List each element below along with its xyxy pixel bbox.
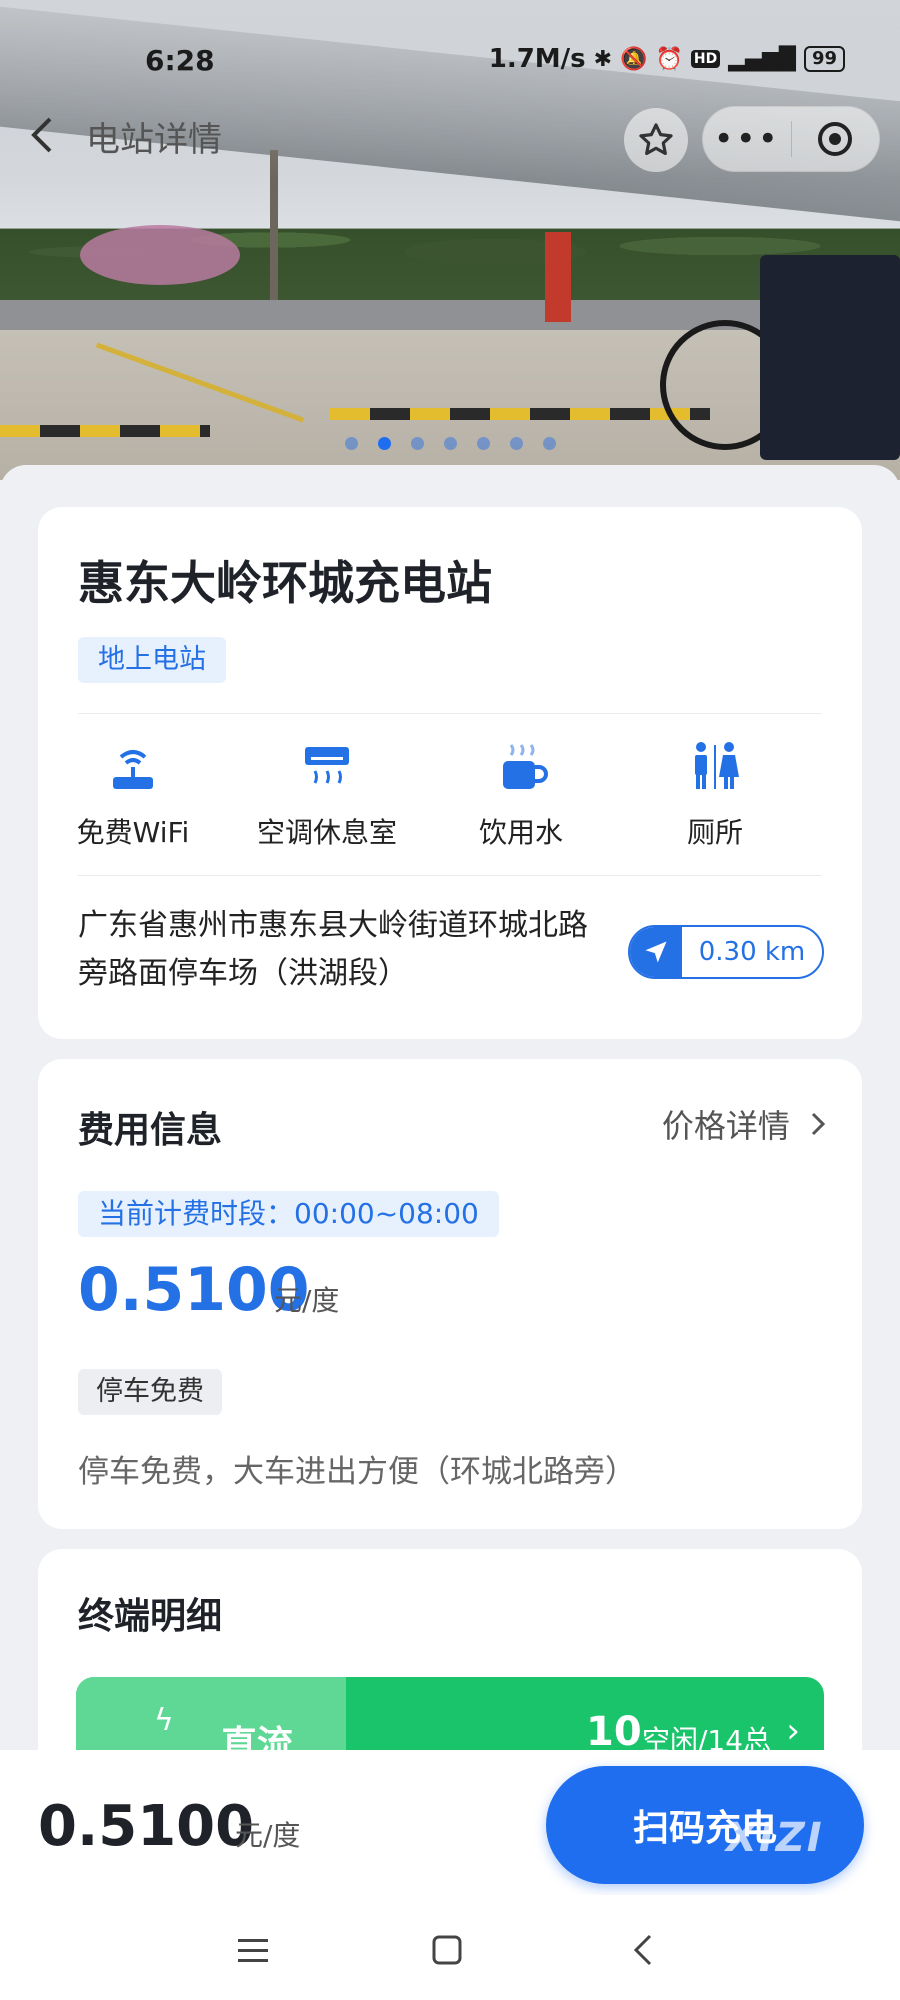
amenity-label: 空调休息室 — [256, 816, 397, 849]
more-dots-icon: ••• — [713, 119, 780, 159]
hot-cup-icon — [426, 737, 616, 797]
navigate-distance-button[interactable]: 0.30 km — [628, 925, 824, 979]
mute-icon: 🔕 — [620, 46, 648, 72]
status-icons: 1.7M/s ✱ 🔕 ⏰ HD ▂▄▆█ 99 — [489, 44, 845, 74]
bottom-price-unit: 元/度 — [235, 1819, 301, 1852]
chevron-right-icon: › — [786, 1711, 800, 1751]
battery-icon: 99 — [803, 46, 845, 72]
station-info-card: 惠东大岭环城充电站 地上电站 免费WiFi 空调休息室 饮用水 厕所 广东省惠州… — [38, 507, 862, 1039]
amenity-wifi: 免费WiFi — [38, 737, 228, 851]
station-address: 广东省惠州市惠东县大岭街道环城北路旁路面停车场（洪湖段） — [78, 908, 588, 991]
navigation-arrow-icon — [630, 927, 682, 977]
watermark: XIZI — [726, 1815, 824, 1861]
price-detail-link[interactable]: 价格详情 — [662, 1101, 826, 1147]
fee-info-card: 费用信息 价格详情 当前计费时段：00:00~08:00 0.5100 元/度 … — [38, 1059, 862, 1529]
home-square-icon — [432, 1935, 462, 1965]
amenity-label: 饮用水 — [478, 816, 563, 849]
carousel-dot[interactable] — [542, 437, 556, 450]
amenity-ac-lounge: 空调休息室 — [232, 737, 422, 851]
carousel-dot[interactable] — [344, 437, 358, 450]
lightning-icon: ϟ — [154, 1703, 174, 1738]
network-speed: 1.7M/s — [488, 44, 586, 74]
carousel-dot[interactable] — [476, 437, 490, 450]
carousel-dot[interactable] — [410, 437, 424, 450]
fee-section-title: 费用信息 — [78, 1110, 223, 1151]
price-unit: 元/度 — [274, 1284, 340, 1317]
favorite-button[interactable] — [624, 108, 688, 172]
alarm-icon: ⏰ — [655, 46, 683, 72]
chevron-right-icon — [810, 1107, 826, 1145]
amenity-label: 厕所 — [686, 816, 743, 849]
system-back-button[interactable] — [618, 1925, 668, 1975]
carousel-dot[interactable] — [377, 437, 391, 450]
system-nav-bar — [0, 1895, 900, 2000]
back-button[interactable] — [28, 115, 68, 159]
status-bar: 6:28 1.7M/s ✱ 🔕 ⏰ HD ▂▄▆█ 99 — [0, 0, 900, 120]
carousel-dot[interactable] — [509, 437, 523, 450]
restroom-icon — [620, 737, 810, 797]
close-mini-program-button[interactable] — [792, 122, 880, 156]
amenity-restroom: 厕所 — [620, 737, 810, 851]
distance-value: 0.30 km — [698, 937, 806, 967]
menu-button[interactable] — [228, 1925, 278, 1975]
billing-period-tag: 当前计费时段：00:00~08:00 — [78, 1191, 499, 1237]
parking-note: 停车免费，大车进出方便（环城北路旁） — [78, 1454, 636, 1490]
amenity-water: 饮用水 — [426, 737, 616, 851]
carousel-indicator — [0, 437, 900, 450]
terminal-section-title: 终端明细 — [78, 1596, 223, 1637]
divider — [78, 713, 822, 714]
menu-icon — [238, 1939, 268, 1962]
photo-blossom — [80, 225, 240, 285]
signal-4g-icon: ▂▄▆█ — [728, 46, 796, 72]
home-button[interactable] — [422, 1925, 472, 1975]
photo-speed-bump — [330, 408, 710, 420]
hd-icon: HD — [690, 50, 721, 68]
station-name: 惠东大岭环城充电站 — [78, 556, 492, 610]
bottom-price: 0.5100 — [38, 1794, 255, 1859]
mini-program-capsule: ••• — [702, 106, 880, 172]
star-icon — [639, 123, 673, 156]
air-conditioner-icon — [232, 737, 422, 797]
status-time: 6:28 — [145, 44, 215, 77]
station-type-tag: 地上电站 — [78, 637, 226, 683]
amenity-label: 免费WiFi — [76, 816, 190, 849]
carousel-dot[interactable] — [443, 437, 457, 450]
target-circle-icon — [818, 122, 853, 156]
parking-tag: 停车免费 — [78, 1369, 222, 1415]
idle-count: 10 — [586, 1709, 642, 1755]
more-button[interactable]: ••• — [703, 119, 791, 159]
chevron-left-icon — [31, 117, 52, 153]
photo-charger — [760, 255, 900, 460]
price-detail-label: 价格详情 — [661, 1107, 790, 1145]
divider — [78, 875, 822, 876]
wifi-router-icon — [38, 737, 228, 797]
back-icon — [633, 1934, 652, 1966]
photo-speed-bump — [0, 425, 210, 437]
page-title: 电站详情 — [86, 120, 222, 160]
bluetooth-icon: ✱ — [593, 46, 613, 72]
photo-sign — [545, 232, 571, 322]
